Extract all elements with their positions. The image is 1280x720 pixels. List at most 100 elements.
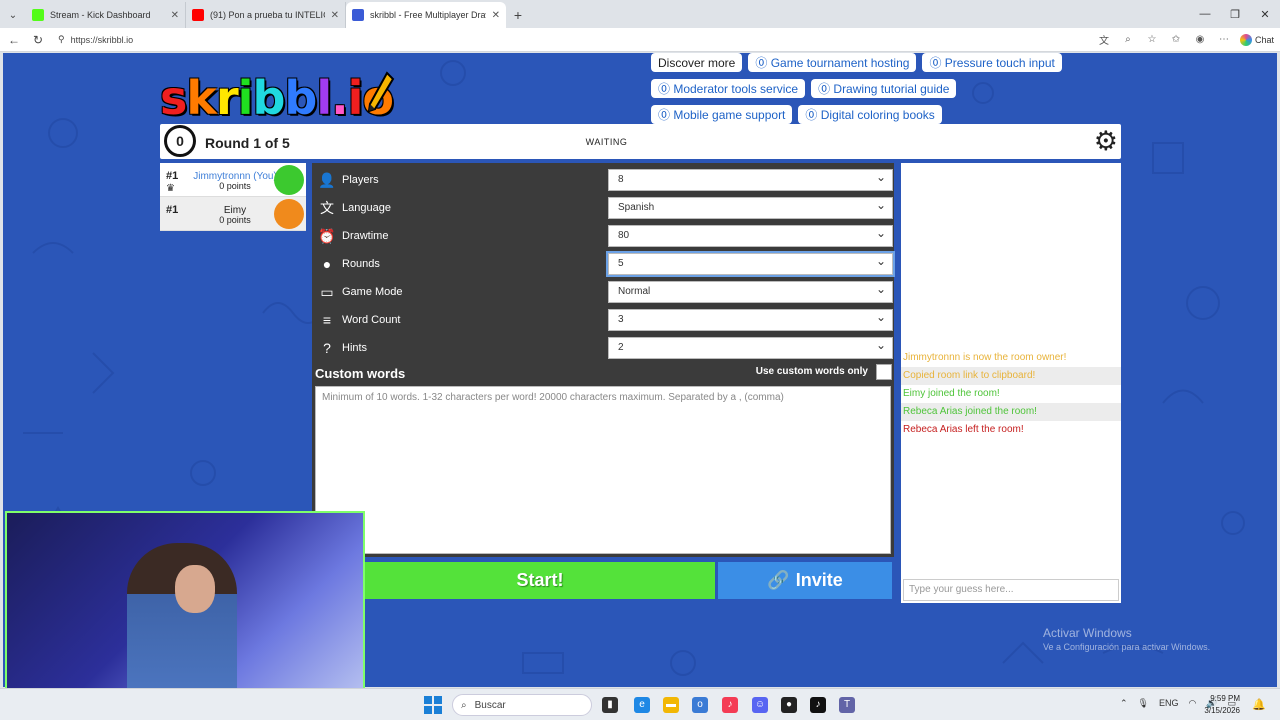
discord-icon[interactable]: ☺ [752,697,768,713]
hints-icon: ? [323,340,331,356]
logo-letter: l [316,71,332,125]
setting-select[interactable]: 2 [608,335,893,359]
owner-crown-icon: ♛ [166,183,175,194]
setting-label: Drawtime [342,230,389,242]
tray-chevron-icon[interactable]: ⌃ [1120,698,1128,709]
setting-select[interactable]: 5 [606,251,895,277]
address-bar: ← ↻ ⚲ https://skribbl.io 文 ⌕ ☆ ✩ ◉ ⋯ Cha… [0,28,1280,52]
language-indicator[interactable]: ENG [1159,698,1179,709]
setting-row-rounds: ● Rounds 5 [312,251,895,277]
player-avatar [274,199,304,229]
gamemode-icon: ▭ [320,284,334,300]
clock-date: 3/15/2026 [1204,706,1240,715]
copilot-icon [1239,33,1252,46]
invite-button[interactable]: 🔗 Invite [718,562,892,599]
pencil-logo-icon [367,71,395,113]
teams-icon[interactable]: T [839,697,855,713]
wifi-icon[interactable]: ◠ [1189,698,1197,709]
notifications-bell-icon[interactable]: 🔔 [1252,698,1266,711]
streamer-face [175,565,215,613]
logo-letter: s [160,71,187,125]
chat-message: Rebeca Arias left the room! [903,424,1024,435]
custom-words-only-checkbox[interactable] [876,364,892,380]
windows-start-icon[interactable] [424,696,442,714]
setting-select[interactable]: 80 [608,223,893,247]
url-field[interactable]: ⚲ https://skribbl.io [54,31,1088,49]
taskbar-search[interactable]: ⌕ Buscar [452,694,592,716]
discover-link[interactable]: ⓪ Pressure touch input [922,53,1062,72]
new-tab-button[interactable]: + [506,2,530,28]
chat-message: Jimmytronnn is now the room owner! [903,352,1067,363]
browser-tabbar: ⌄ Stream - Kick Dashboard ✕ (91) Pon a pru… [0,0,1280,28]
setting-select[interactable]: 3 [608,307,893,331]
edge-icon[interactable]: e [634,697,650,713]
browser-tab[interactable]: Stream - Kick Dashboard ✕ [26,2,186,28]
task-view-icon[interactable]: ▮ [602,697,618,713]
menu-dots-icon[interactable]: ⋯ [1216,34,1232,45]
outlook-icon[interactable]: o [692,697,708,713]
setting-select[interactable]: Spanish [608,195,893,219]
site-info-icon[interactable]: ⚲ [58,34,65,45]
language-icon: 文 [320,200,334,216]
taskbar-clock[interactable]: 9:59 PM 3/15/2026 [1204,693,1240,717]
obs-icon[interactable]: ● [781,697,797,713]
custom-words-textarea[interactable]: Minimum of 10 words. 1-32 characters per… [315,386,891,554]
setting-select[interactable]: Normal [608,279,893,303]
mic-icon[interactable]: 🎙 [1138,698,1149,709]
logo-letter: b [252,71,285,125]
setting-label: Word Count [342,314,401,326]
tab-list-chevron-icon[interactable]: ⌄ [0,2,26,28]
discover-link[interactable]: ⓪ Moderator tools service [651,79,806,98]
player-row[interactable]: #1 ♛ Jimmytronnn (You) 0 points [160,163,306,197]
logo-letter: r [215,71,239,125]
setting-select[interactable]: 8 [608,167,893,191]
player-row[interactable]: #1 Eimy 0 points [160,197,306,231]
restore-icon[interactable]: ❐ [1220,0,1250,28]
game-topbar: 0 Round 1 of 5 WAITING ⚙ [160,124,1121,159]
setting-row-players: 👤 Players 8 [312,167,894,192]
browser-tab[interactable]: (91) Pon a prueba tu INTELIGENCIA ✕ [186,2,346,28]
tab-close-icon[interactable]: ✕ [492,10,500,21]
setting-label: Game Mode [342,286,403,298]
close-window-icon[interactable]: ✕ [1250,0,1280,28]
custom-words-only-label: Use custom words only [755,366,868,377]
drawtime-icon: ⏰ [318,228,336,244]
watermark-title: Activar Windows [1043,626,1132,640]
discover-link[interactable]: ⓪ Mobile game support [651,105,793,124]
back-icon[interactable]: ← [6,33,22,47]
discover-link[interactable]: ⓪ Drawing tutorial guide [811,79,957,98]
player-rank: #1 [166,170,179,182]
zoom-icon[interactable]: ⌕ [1120,34,1136,45]
guess-input[interactable]: Type your guess here... [903,579,1119,601]
chat-message: Rebeca Arias joined the room! [901,403,1121,421]
tiktok-icon[interactable]: ♪ [810,697,826,713]
tab-close-icon[interactable]: ✕ [171,10,179,21]
player-list: #1 ♛ Jimmytronnn (You) 0 points #1 Eimy 0 poin… [160,163,306,231]
player-rank: #1 [166,204,179,216]
logo-letter: i [347,71,364,125]
profile-icon[interactable]: ◉ [1192,34,1208,45]
setting-row-language: 文 Language Spanish [312,195,894,220]
discover-link[interactable]: ⓪ Digital coloring books [798,105,942,124]
logo-letter: i [237,71,254,125]
chat-panel: Type your guess here... Jimmytronnn is n… [901,163,1121,603]
logo-letter: b [284,71,317,125]
custom-words-label: Custom words [315,366,406,381]
minimize-icon[interactable]: — [1190,0,1220,28]
favorites-icon[interactable]: ✩ [1168,34,1184,45]
translate-icon[interactable]: 文 [1096,32,1112,47]
settings-gear-icon[interactable]: ⚙ [1094,128,1118,155]
tab-close-icon[interactable]: ✕ [331,10,339,21]
music-icon[interactable]: ♪ [722,697,738,713]
watermark-subtitle: Ve a Configuración para activar Windows. [1043,642,1211,652]
tab-title: (91) Pon a prueba tu INTELIGENCIA [210,10,325,20]
chat-message: Copied room link to clipboard! [901,367,1121,385]
discover-link[interactable]: ⓪ Game tournament hosting [748,53,917,72]
file-explorer-icon[interactable]: ▬ [663,697,679,713]
discover-links: Discover more ⓪ Game tournament hosting ⓪ … [651,53,1091,124]
browser-tab[interactable]: skribbl - Free Multiplayer Drawing ✕ [346,2,506,28]
reload-icon[interactable]: ↻ [30,33,46,47]
copilot-chat-button[interactable]: Chat [1239,33,1274,46]
start-button[interactable]: Start! [365,562,715,599]
bookmark-star-icon[interactable]: ☆ [1144,34,1160,45]
